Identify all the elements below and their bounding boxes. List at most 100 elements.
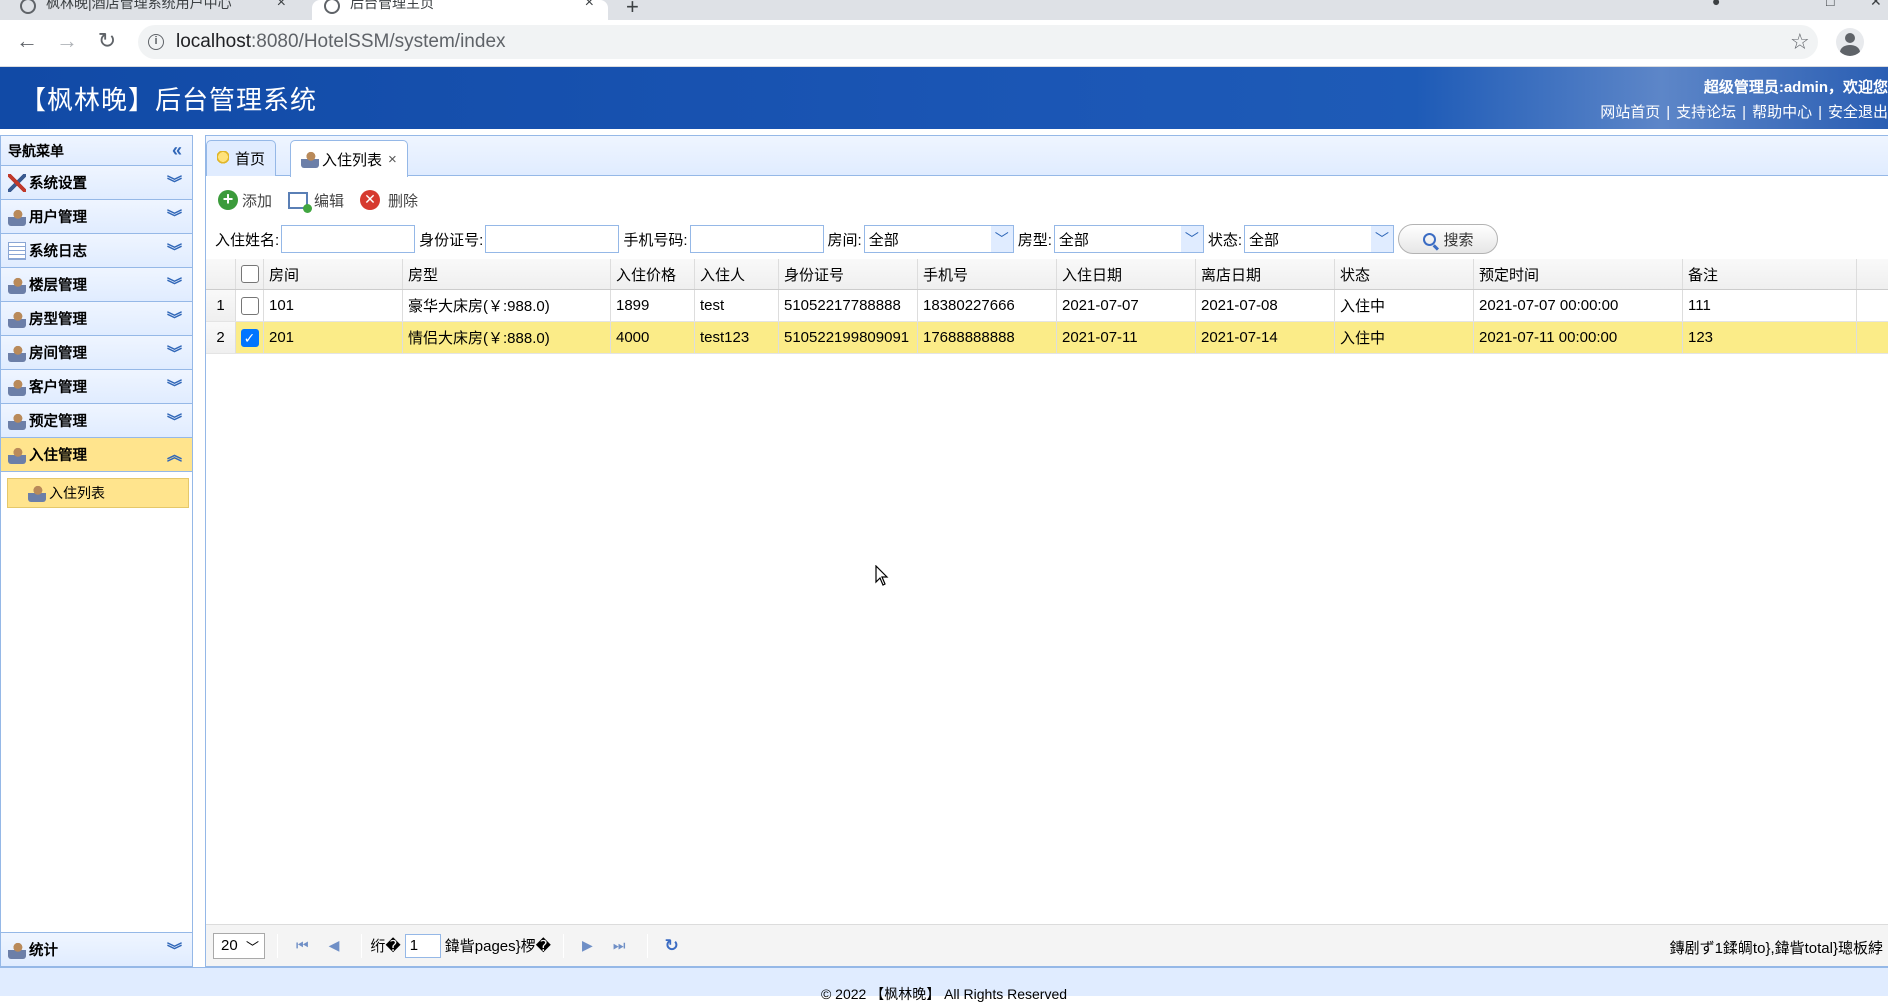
column-header[interactable]: 入住人 xyxy=(695,259,779,289)
sidebar-item-statistics[interactable]: 统计 ︾ xyxy=(1,932,192,966)
collapse-sidebar-icon[interactable]: « xyxy=(172,140,182,161)
sidebar-item-bookings[interactable]: 预定管理 ︾ xyxy=(1,404,192,438)
delete-button[interactable]: ✕ 删除 xyxy=(360,190,418,211)
sidebar-item-customers[interactable]: 客户管理 ︾ xyxy=(1,370,192,404)
restore-icon[interactable]: □ xyxy=(1826,0,1834,9)
chevron-down-icon[interactable]: ︾ xyxy=(167,410,182,431)
chevron-down-icon[interactable]: ﹀ xyxy=(990,226,1013,252)
room-select-value: 全部 xyxy=(868,231,899,249)
column-header[interactable]: 入住日期 xyxy=(1057,259,1196,289)
chevron-down-icon[interactable]: ﹀ xyxy=(1371,226,1394,252)
browser-tab-2[interactable]: 后台管理主页 × xyxy=(312,0,608,20)
chevron-down-icon[interactable]: ︾ xyxy=(167,939,182,960)
chevron-down-icon[interactable]: ︾ xyxy=(167,308,182,329)
phone-search-input[interactable] xyxy=(689,225,824,253)
user-icon xyxy=(8,275,26,294)
chevron-down-icon[interactable]: ﹀ xyxy=(1180,226,1203,252)
cell-checkout-date: 2021-07-08 xyxy=(1196,290,1335,321)
chevron-down-icon[interactable]: ︾ xyxy=(167,274,182,295)
add-button[interactable]: + 添加 xyxy=(218,190,272,211)
prev-page-icon[interactable]: ◀ xyxy=(329,937,340,954)
media-icon[interactable]: ● xyxy=(1712,0,1720,9)
search-button-label: 搜索 xyxy=(1443,231,1474,249)
sidebar-item-users[interactable]: 用户管理 ︾ xyxy=(1,200,192,234)
sidebar-item-rooms[interactable]: 房间管理 ︾ xyxy=(1,336,192,370)
sidebar-item-label: 系统日志 xyxy=(29,244,87,260)
profile-avatar-icon[interactable] xyxy=(1836,28,1864,56)
row-checkbox-checked[interactable]: ✓ xyxy=(240,328,259,347)
column-header[interactable]: 状态 xyxy=(1335,259,1474,289)
user-icon xyxy=(8,940,26,959)
tab-home[interactable]: 首页 xyxy=(206,140,277,176)
chevron-down-icon[interactable]: ︾ xyxy=(167,376,182,397)
close-tab-icon[interactable]: × xyxy=(388,151,397,168)
chevron-down-icon[interactable]: ︾ xyxy=(167,172,182,193)
room-type-select-value: 全部 xyxy=(1058,231,1089,249)
column-header[interactable]: 离店日期 xyxy=(1196,259,1335,289)
sidebar-item-floors[interactable]: 楼层管理 ︾ xyxy=(1,268,192,302)
page-number-input[interactable]: 1 xyxy=(404,933,441,958)
table-header-row: 房间 房型 入住价格 入住人 身份证号 手机号 入住日期 离店日期 状态 预定时… xyxy=(206,259,1888,290)
user-icon xyxy=(8,377,26,396)
new-tab-icon[interactable]: + xyxy=(626,0,639,20)
cell-remark: 123 xyxy=(1683,322,1857,353)
table-row[interactable]: 1 101 豪华大床房(￥:988.0) 1899 test 510522177… xyxy=(206,290,1888,322)
reload-icon[interactable]: ↻ xyxy=(92,28,122,54)
column-header[interactable]: 身份证号 xyxy=(779,259,918,289)
sidebar-subitem-checkin-list[interactable]: 入住列表 xyxy=(7,478,189,508)
browser-tab-strip: 枫林晚|酒店管理系统用户中心 × 后台管理主页 × + ● □ ✕ xyxy=(0,0,1888,20)
id-search-input[interactable] xyxy=(485,225,620,253)
room-select[interactable]: 全部 ﹀ xyxy=(863,225,1014,253)
user-icon xyxy=(301,150,319,168)
info-icon[interactable]: i xyxy=(148,34,164,50)
status-select-value: 全部 xyxy=(1249,231,1280,249)
bookmark-star-icon[interactable]: ☆ xyxy=(1790,29,1810,55)
close-window-icon[interactable]: ✕ xyxy=(1870,0,1882,10)
sidebar-item-checkin[interactable]: 入住管理 ︽ xyxy=(1,438,192,472)
link-forum[interactable]: 支持论坛 xyxy=(1676,104,1736,121)
status-select[interactable]: 全部 ﹀ xyxy=(1244,225,1395,253)
chevron-down-icon: ﹀ xyxy=(245,939,259,955)
room-type-select[interactable]: 全部 ﹀ xyxy=(1053,225,1204,253)
close-icon[interactable]: × xyxy=(585,0,594,12)
search-button[interactable]: 搜索 xyxy=(1398,224,1499,254)
link-site-home[interactable]: 网站首页 xyxy=(1600,104,1660,121)
browser-tab-1[interactable]: 枫林晚|酒店管理系统用户中心 × xyxy=(20,0,300,20)
address-bar[interactable]: i localhost:8080/HotelSSM/system/index xyxy=(138,25,1818,59)
row-checkbox[interactable] xyxy=(240,296,259,315)
column-header[interactable]: 预定时间 xyxy=(1474,259,1683,289)
column-header[interactable]: 房间 xyxy=(264,259,403,289)
link-logout[interactable]: 安全退出 xyxy=(1828,104,1888,121)
back-icon[interactable]: ← xyxy=(12,28,42,54)
close-icon[interactable]: × xyxy=(277,0,286,12)
next-page-icon[interactable]: ▶ xyxy=(582,937,593,954)
refresh-icon[interactable]: ↻ xyxy=(664,936,678,956)
chevron-down-icon[interactable]: ︾ xyxy=(167,240,182,261)
tab-checkin-list[interactable]: 入住列表 × xyxy=(290,140,408,177)
column-header[interactable]: 手机号 xyxy=(918,259,1057,289)
column-header[interactable]: 备注 xyxy=(1683,259,1857,289)
row-number-header xyxy=(206,259,236,289)
cell-checkin-date: 2021-07-11 xyxy=(1057,322,1196,353)
edit-label: 编辑 xyxy=(314,192,345,210)
chevron-down-icon[interactable]: ︾ xyxy=(167,206,182,227)
table-row[interactable]: 2 ✓ 201 情侣大床房(￥:888.0) 4000 test123 5105… xyxy=(206,322,1888,354)
page-size-select[interactable]: 20 ﹀ xyxy=(213,932,265,959)
first-page-icon[interactable]: ⏮ xyxy=(296,937,309,954)
chevron-up-icon[interactable]: ︽ xyxy=(167,444,182,465)
last-page-icon[interactable]: ⏭ xyxy=(613,937,626,954)
name-search-input[interactable] xyxy=(281,225,416,253)
search-icon xyxy=(1422,232,1436,246)
forward-icon[interactable]: → xyxy=(52,28,82,54)
chevron-down-icon[interactable]: ︾ xyxy=(167,342,182,363)
cell-phone: 17688888888 xyxy=(918,322,1057,353)
sidebar-item-system-log[interactable]: 系统日志 ︾ xyxy=(1,234,192,268)
sidebar-item-system-settings[interactable]: 系统设置 ︾ xyxy=(1,166,192,200)
column-header[interactable]: 房型 xyxy=(403,259,611,289)
select-all-checkbox[interactable] xyxy=(240,265,259,283)
sidebar-item-room-types[interactable]: 房型管理 ︾ xyxy=(1,302,192,336)
column-header[interactable]: 入住价格 xyxy=(611,259,695,289)
edit-button[interactable]: 编辑 xyxy=(288,190,345,213)
cell-room-type: 豪华大床房(￥:988.0) xyxy=(403,290,611,321)
link-help[interactable]: 帮助中心 xyxy=(1752,104,1812,121)
